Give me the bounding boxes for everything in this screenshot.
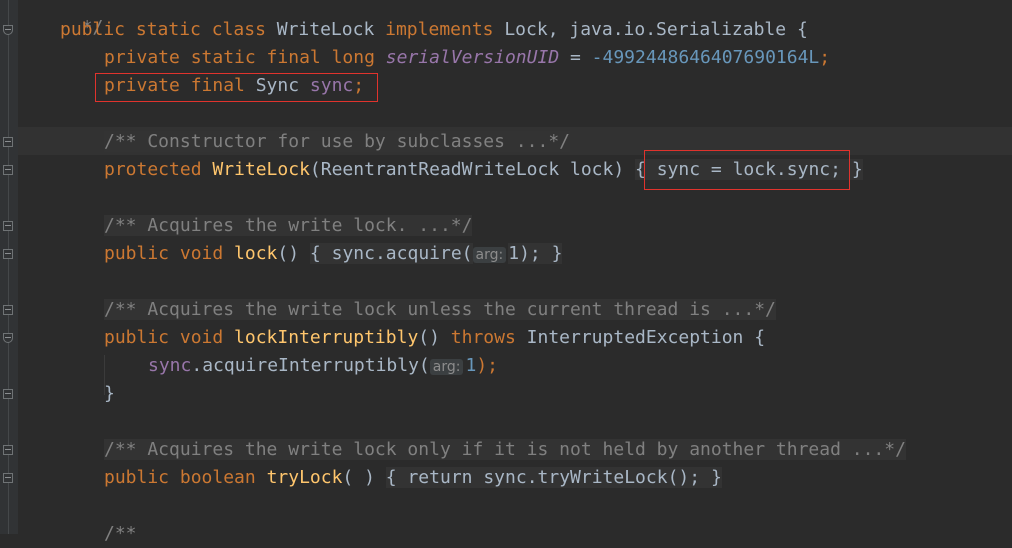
fold-marker-lock-comment[interactable] bbox=[3, 221, 13, 231]
method-name: lock bbox=[234, 243, 278, 264]
doc-comment-folded[interactable]: /** Acquires the write lock unless the c… bbox=[104, 299, 776, 320]
fold-marker-lock[interactable] bbox=[3, 249, 13, 259]
fold-marker-lock-interruptibly[interactable] bbox=[3, 333, 13, 343]
field-name: sync bbox=[483, 467, 527, 488]
code-line-constructor-comment: /** Constructor for use by subclasses ..… bbox=[104, 128, 570, 156]
code-line-serial-version: private static final long serialVersionU… bbox=[104, 44, 830, 72]
static-field: serialVersionUID bbox=[385, 47, 560, 68]
highlight-box-sync-field bbox=[95, 73, 378, 102]
folded-brace-close[interactable]: } bbox=[710, 467, 722, 488]
keyword: private static final long bbox=[104, 47, 386, 68]
code-line-lock-interruptibly: public void lockInterruptibly() throws I… bbox=[104, 324, 765, 352]
number-literal: -4992448646407690164L bbox=[591, 47, 820, 68]
method-name: WriteLock bbox=[212, 159, 310, 180]
folded-brace-close[interactable]: } bbox=[551, 243, 563, 264]
code-line-try-lock: public boolean tryLock( ) { return sync.… bbox=[104, 464, 722, 492]
doc-comment-folded[interactable]: /** Acquires the write lock only if it i… bbox=[104, 439, 906, 460]
class-name: WriteLock bbox=[276, 19, 375, 40]
folded-brace-open[interactable]: { bbox=[385, 467, 397, 488]
keyword: implements bbox=[374, 19, 505, 40]
keyword: public static class bbox=[60, 19, 277, 40]
field-name: sync bbox=[331, 243, 375, 264]
semicolon: ; bbox=[819, 47, 831, 68]
closing-brace: } bbox=[104, 383, 115, 404]
code-line-close-brace: } bbox=[104, 380, 115, 408]
call-end: ); bbox=[476, 355, 499, 376]
fold-marker-try-lock-comment[interactable] bbox=[3, 445, 13, 455]
code-line-lock-interruptibly-comment: /** Acquires the write lock unless the c… bbox=[104, 296, 776, 324]
code-line-lock: public void lock() { sync.acquire(arg: 1)… bbox=[104, 240, 563, 268]
fold-marker-try-lock[interactable] bbox=[3, 473, 13, 483]
keyword-throws: throws bbox=[450, 327, 527, 348]
code-line-acquire-interruptibly: sync.acquireInterruptibly(arg: 1); bbox=[148, 352, 498, 380]
method-call: .acquire( bbox=[374, 243, 473, 264]
method-name: tryLock bbox=[266, 467, 343, 488]
parameters: (ReentrantReadWriteLock lock) bbox=[309, 159, 636, 180]
parameter-hint: arg: bbox=[429, 359, 464, 375]
code-line-class-declaration: public static class WriteLock implements… bbox=[60, 16, 808, 44]
keyword: public void bbox=[104, 327, 235, 348]
keyword-return: return bbox=[407, 467, 484, 488]
parameter-hint: arg: bbox=[472, 247, 507, 263]
keyword: public void bbox=[104, 243, 235, 264]
call-end: ); bbox=[519, 243, 541, 264]
semicolon: ; bbox=[689, 467, 701, 488]
number-literal: 1 bbox=[465, 355, 477, 376]
method-call: .tryWriteLock() bbox=[526, 467, 690, 488]
code-line-lock-comment: /** Acquires the write lock. ...*/ bbox=[104, 212, 473, 240]
folded-brace-close[interactable]: } bbox=[851, 159, 863, 180]
field-name: sync bbox=[148, 355, 192, 376]
parens: ( ) bbox=[342, 467, 386, 488]
doc-comment-folded[interactable]: /** Constructor for use by subclasses ..… bbox=[104, 131, 570, 152]
parens: () bbox=[277, 243, 310, 264]
keyword: public boolean bbox=[104, 467, 267, 488]
method-name: lockInterruptibly bbox=[234, 327, 419, 348]
fold-marker-constructor-comment[interactable] bbox=[3, 137, 13, 147]
fold-marker-lock-interruptibly-comment[interactable] bbox=[3, 305, 13, 315]
method-call: .acquireInterruptibly( bbox=[191, 355, 430, 376]
exception-type: InterruptedException { bbox=[526, 327, 766, 348]
number-literal: 1 bbox=[508, 243, 520, 264]
folded-brace-open[interactable]: { bbox=[309, 243, 321, 264]
keyword: protected bbox=[104, 159, 213, 180]
fold-marker-constructor[interactable] bbox=[3, 165, 13, 175]
highlight-box-constructor-body bbox=[644, 150, 850, 190]
parens: () bbox=[418, 327, 451, 348]
doc-comment-folded[interactable]: /** Acquires the write lock. ...*/ bbox=[104, 215, 473, 236]
code-line-next-comment: /** bbox=[104, 520, 137, 548]
code-line-try-lock-comment: /** Acquires the write lock only if it i… bbox=[104, 436, 906, 464]
operator: = bbox=[559, 47, 592, 68]
fold-marker-lock-interruptibly-end[interactable] bbox=[3, 389, 13, 399]
interfaces: Lock, java.io.Serializable { bbox=[504, 19, 808, 40]
code-line-comment-tail: */ bbox=[60, 0, 104, 38]
fold-marker-class[interactable] bbox=[3, 25, 13, 35]
